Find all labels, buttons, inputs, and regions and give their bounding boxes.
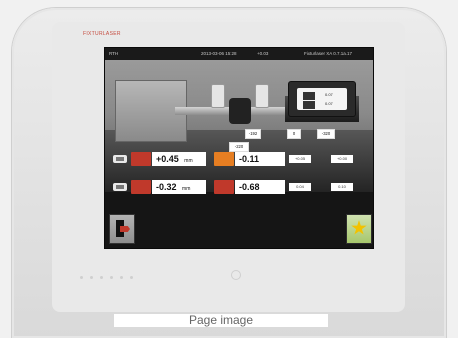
- sensor-left-icon: [211, 84, 225, 108]
- status-left: RTH: [109, 51, 119, 56]
- brand-logo: FIXTURLASER: [83, 31, 121, 37]
- offset-unit-2: mm: [182, 186, 191, 192]
- info-card: 0.07 0.07: [288, 81, 356, 117]
- sensor-right-icon: [255, 84, 269, 108]
- horizontal-axis-icon: [113, 183, 127, 191]
- led-4: [110, 276, 113, 279]
- led-2: [90, 276, 93, 279]
- status-right: Fixturlaser XA 0.7.1a.17: [304, 51, 353, 56]
- offset-value-2: -0.32: [156, 182, 177, 192]
- status-datetime: 2013-03-06 15:28: [201, 51, 237, 56]
- alignment-scene: 0.07 0.07 -192 0 -320 -220: [105, 60, 373, 192]
- offset-unit: mm: [184, 158, 193, 164]
- status-badge-4: [214, 180, 234, 194]
- info-card-inner: 0.07 0.07: [297, 88, 347, 110]
- device-screen: RTH 2013-03-06 15:28 +0.03 Fixturlaser X…: [104, 47, 374, 249]
- tolerance-2: +0.00: [331, 155, 353, 163]
- feet-label-3: -320: [317, 129, 335, 139]
- status-badge-2: [214, 152, 234, 166]
- offset-value: +0.45: [156, 154, 179, 164]
- angle-value: -0.11: [239, 154, 260, 164]
- offset-value-box-2: -0.32 mm: [152, 180, 206, 194]
- status-badge: [131, 152, 151, 166]
- power-button[interactable]: [231, 270, 241, 280]
- feet-label-2: 0: [287, 129, 301, 139]
- star-icon: [351, 220, 367, 235]
- info-value-1: 0.07: [325, 92, 333, 97]
- status-bar: RTH 2013-03-06 15:28 +0.03 Fixturlaser X…: [105, 48, 373, 60]
- offset-value-box: +0.45 mm: [152, 152, 206, 166]
- vertical-axis-icon: [113, 155, 127, 163]
- shaft-distance-label: -220: [229, 142, 249, 152]
- led-5: [120, 276, 123, 279]
- status-badge-3: [131, 180, 151, 194]
- bottom-caption: Page image: [114, 314, 328, 327]
- led-3: [100, 276, 103, 279]
- info-value-2: 0.07: [325, 101, 333, 106]
- measurement-row-vertical: +0.45 mm -0.11 +0.05 +0.00: [113, 152, 365, 166]
- exit-button[interactable]: [109, 214, 135, 244]
- tolerance-4: 0.10: [331, 183, 353, 191]
- measure-icon-2: [303, 101, 315, 109]
- status-leds: [80, 273, 160, 283]
- angle-value-2: -0.68: [239, 182, 260, 192]
- tolerance-3: 0.04: [289, 183, 311, 191]
- led-1: [80, 276, 83, 279]
- angle-value-box: -0.11: [235, 152, 285, 166]
- measure-icon: [303, 92, 315, 100]
- feet-label-1: -192: [245, 129, 261, 139]
- exit-arrow-icon: [120, 226, 130, 232]
- status-middle: +0.03: [257, 51, 269, 56]
- angle-value-box-2: -0.68: [235, 180, 285, 194]
- results-button[interactable]: [346, 214, 372, 244]
- coupling-icon: [229, 98, 251, 124]
- led-6: [130, 276, 133, 279]
- measurement-row-horizontal: -0.32 mm -0.68 0.04 0.10: [113, 180, 365, 194]
- tolerance-1: +0.05: [289, 155, 311, 163]
